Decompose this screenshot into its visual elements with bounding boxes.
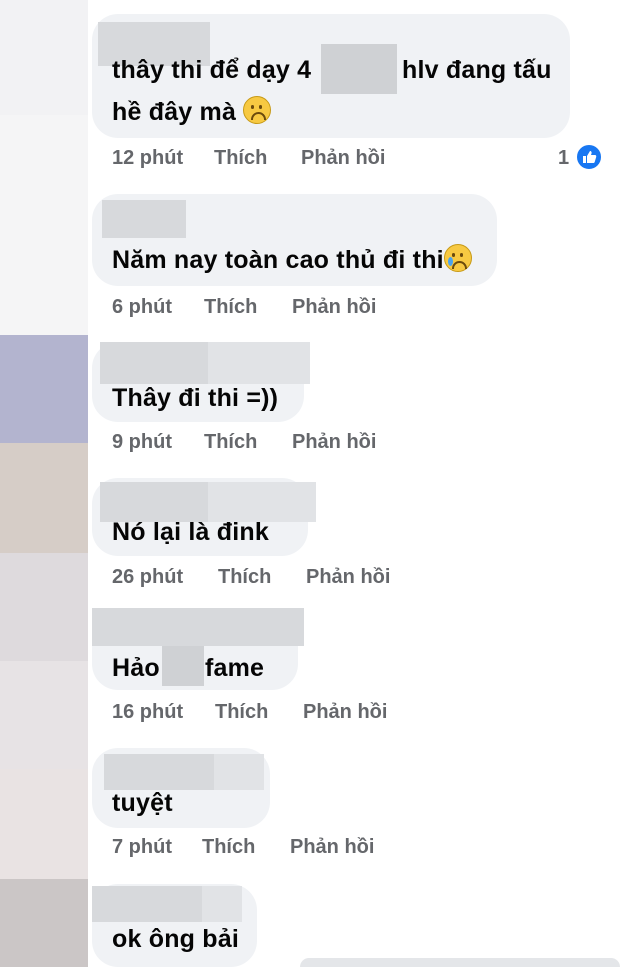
avatar[interactable] <box>0 0 88 115</box>
comment-text: thây thi để dạy 4 <box>112 56 312 84</box>
author-name-redacted <box>214 754 264 790</box>
comment-text: Hảo <box>112 654 160 682</box>
redacted-text <box>162 646 204 686</box>
like-button[interactable]: Thích <box>215 701 268 724</box>
comment-text: tuyệt <box>112 789 173 817</box>
author-name-redacted <box>202 886 242 922</box>
comment-time[interactable]: 9 phút <box>112 431 172 454</box>
comment-text-cont: fame <box>205 654 265 682</box>
author-name-redacted <box>208 342 310 384</box>
like-reaction-icon <box>575 143 603 171</box>
comment-text: ok ông bải <box>112 925 239 953</box>
author-name-redacted[interactable] <box>92 608 304 646</box>
like-button[interactable]: Thích <box>204 296 257 319</box>
like-button[interactable]: Thích <box>214 147 267 170</box>
author-name-redacted[interactable] <box>100 342 208 384</box>
comment-time[interactable]: 26 phút <box>112 566 183 589</box>
comment-time[interactable]: 12 phút <box>112 147 183 170</box>
comment-text: Năm nay toàn cao thủ đi thi <box>112 244 472 275</box>
avatar[interactable] <box>0 115 88 335</box>
sad-face-icon <box>243 96 272 124</box>
comment-time[interactable]: 6 phút <box>112 296 172 319</box>
reply-button[interactable]: Phản hồi <box>306 566 390 589</box>
avatar[interactable] <box>0 661 88 769</box>
comment-text-cont: hlv đang tấu <box>402 56 552 84</box>
reply-button[interactable]: Phản hồi <box>290 836 374 859</box>
author-name-redacted[interactable] <box>104 754 214 790</box>
comment-text-line2: hề đây mà <box>112 96 272 127</box>
comment-time[interactable]: 16 phút <box>112 701 183 724</box>
comment-actions: 12 phút Thích Phản hồi <box>112 147 412 171</box>
reply-button[interactable]: Phản hồi <box>292 296 376 319</box>
avatar[interactable] <box>0 769 88 879</box>
reply-button[interactable]: Phản hồi <box>292 431 376 454</box>
comment-actions: 7 phút Thích Phản hồi <box>112 836 412 860</box>
reaction-count[interactable]: 1 <box>558 147 569 170</box>
avatar[interactable] <box>0 443 88 553</box>
reply-button[interactable]: Phản hồi <box>303 701 387 724</box>
comment-actions: 16 phút Thích Phản hồi <box>112 701 432 725</box>
comment-actions: 9 phút Thích Phản hồi <box>112 431 412 455</box>
comment-actions: 26 phút Thích Phản hồi <box>112 566 432 590</box>
comment-time[interactable]: 7 phút <box>112 836 172 859</box>
like-button[interactable]: Thích <box>204 431 257 454</box>
comment-text: Thây đi thi =)) <box>112 384 279 412</box>
author-name-redacted <box>208 482 316 522</box>
author-name-redacted[interactable] <box>92 886 202 922</box>
next-comment-bubble-edge <box>300 958 620 967</box>
crying-face-icon <box>443 244 472 272</box>
avatar[interactable] <box>0 335 88 443</box>
avatar[interactable] <box>0 553 88 661</box>
like-button[interactable]: Thích <box>218 566 271 589</box>
reply-button[interactable]: Phản hồi <box>301 147 385 170</box>
author-name-redacted[interactable] <box>102 200 186 238</box>
like-button[interactable]: Thích <box>202 836 255 859</box>
author-name-redacted[interactable] <box>100 482 208 522</box>
redacted-text <box>321 44 397 94</box>
avatar[interactable] <box>0 879 88 967</box>
comment-text: Nó lại là đink <box>112 518 269 546</box>
comment-actions: 6 phút Thích Phản hồi <box>112 296 412 320</box>
avatar-strip <box>0 0 88 967</box>
